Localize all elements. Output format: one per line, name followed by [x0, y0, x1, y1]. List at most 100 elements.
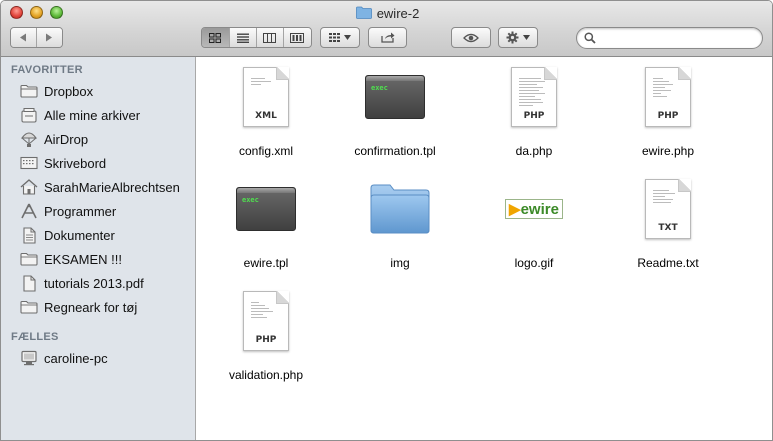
sidebar-item-label: caroline-pc — [44, 350, 108, 366]
chevron-down-icon — [344, 35, 351, 40]
columns-icon — [263, 32, 277, 43]
arrange-button[interactable] — [320, 27, 360, 48]
sidebar-item-label: EKSAMEN !!! — [44, 251, 123, 267]
sidebar-item-label: SarahMarieAlbrechtsen — [44, 179, 180, 195]
file-name: Readme.txt — [637, 256, 699, 270]
arrange-grid-icon — [329, 33, 340, 42]
forward-button[interactable] — [36, 28, 62, 47]
file-name: validation.php — [228, 368, 304, 382]
sidebar-item-documents[interactable]: Dokumenter — [1, 224, 195, 246]
file-ext-label: XML — [255, 111, 277, 121]
sidebar-item-label: Dropbox — [44, 83, 94, 99]
file-item-da-php[interactable]: PHP da.php — [469, 65, 599, 165]
php-document-icon: PHP — [636, 65, 700, 129]
file-name: da.php — [515, 144, 553, 158]
action-button[interactable] — [498, 27, 538, 48]
sidebar-item-desktop[interactable]: Skrivebord — [1, 152, 195, 174]
sidebar-item-caroline-pc[interactable]: caroline-pc — [1, 347, 195, 369]
finder-window: ewire-2 FAVORITTER Dropbox Alle mine ark… — [0, 0, 773, 441]
search-field[interactable] — [576, 27, 763, 49]
search-input[interactable] — [601, 30, 756, 46]
home-icon — [19, 178, 39, 196]
file-item-ewire-php[interactable]: PHP ewire.php — [603, 65, 733, 165]
window-title-text: ewire-2 — [376, 6, 420, 22]
share-button[interactable] — [368, 27, 407, 48]
file-ext-label: TXT — [658, 223, 678, 233]
sidebar-item-applications[interactable]: Programmer — [1, 200, 195, 222]
file-item-logo-gif[interactable]: ▶ ewire logo.gif — [469, 177, 599, 277]
sidebar-item-label: Regneark for tøj — [44, 299, 138, 315]
exec-file-icon: exec — [363, 65, 427, 129]
favorites-header: FAVORITTER — [11, 64, 83, 76]
icon-view-button[interactable] — [202, 28, 230, 47]
column-view-button[interactable] — [257, 28, 284, 47]
sidebar-item-label: Alle mine arkiver — [44, 107, 141, 123]
back-button[interactable] — [11, 28, 37, 47]
file-name: img — [390, 256, 410, 270]
eye-icon — [463, 33, 479, 42]
view-mode-control — [201, 27, 312, 48]
share-icon — [380, 32, 394, 43]
exec-file-icon: exec — [234, 177, 298, 241]
file-name: ewire.php — [641, 144, 695, 158]
file-name: ewire.tpl — [243, 256, 289, 270]
file-item-config-xml[interactable]: XML config.xml — [201, 65, 331, 165]
sidebar-item-label: Programmer — [44, 203, 117, 219]
logo-text: ewire — [520, 200, 559, 218]
exec-label: exec — [242, 196, 259, 204]
document-icon — [19, 274, 39, 292]
sidebar-item-label: tutorials 2013.pdf — [44, 275, 144, 291]
file-ext-label: PHP — [255, 335, 277, 345]
xml-document-icon: XML — [234, 65, 298, 129]
file-item-confirmation-tpl[interactable]: exec confirmation.tpl — [330, 65, 460, 165]
shared-header: FÆLLES — [11, 331, 59, 343]
documents-icon — [19, 226, 39, 244]
icon-grid-icon — [209, 32, 222, 43]
txt-document-icon: TXT — [636, 177, 700, 241]
quick-look-button[interactable] — [451, 27, 491, 48]
search-icon — [584, 32, 596, 44]
gear-icon — [506, 31, 519, 44]
folder-icon — [19, 250, 39, 268]
back-arrow-icon — [20, 33, 27, 42]
sidebar: FAVORITTER Dropbox Alle mine arkiver Air… — [1, 57, 196, 440]
pc-icon — [19, 349, 39, 367]
exec-label: exec — [371, 84, 388, 92]
sidebar-item-home[interactable]: SarahMarieAlbrechtsen — [1, 176, 195, 198]
sidebar-item-tutorials-pdf[interactable]: tutorials 2013.pdf — [1, 272, 195, 294]
toolbar: ewire-2 — [1, 1, 772, 57]
sidebar-item-airdrop[interactable]: AirDrop — [1, 128, 195, 150]
list-view-button[interactable] — [229, 28, 257, 47]
coverflow-view-button[interactable] — [283, 28, 311, 47]
folder-icon — [368, 177, 432, 241]
php-document-icon: PHP — [234, 289, 298, 353]
sidebar-item-eksamen[interactable]: EKSAMEN !!! — [1, 248, 195, 270]
chevron-down-icon — [523, 35, 530, 40]
folder-icon — [19, 298, 39, 316]
list-icon — [236, 33, 249, 43]
window-title: ewire-2 — [1, 5, 772, 22]
php-document-icon: PHP — [502, 65, 566, 129]
sidebar-item-label: Dokumenter — [44, 227, 115, 243]
ewire-logo: ▶ ewire — [505, 199, 563, 219]
file-item-validation-php[interactable]: PHP validation.php — [201, 289, 331, 389]
sidebar-item-all-files[interactable]: Alle mine arkiver — [1, 104, 195, 126]
folder-icon — [355, 6, 372, 19]
forward-arrow-icon — [46, 33, 53, 42]
all-files-icon — [19, 106, 39, 124]
image-thumbnail-icon: ▶ ewire — [502, 177, 566, 241]
file-name: logo.gif — [514, 256, 554, 270]
file-name: confirmation.tpl — [354, 144, 436, 158]
sidebar-item-label: Skrivebord — [44, 155, 107, 171]
coverflow-icon — [290, 32, 305, 43]
sidebar-item-regneark[interactable]: Regneark for tøj — [1, 296, 195, 318]
file-ext-label: PHP — [523, 111, 545, 121]
file-item-readme-txt[interactable]: TXT Readme.txt — [603, 177, 733, 277]
file-item-ewire-tpl[interactable]: exec ewire.tpl — [201, 177, 331, 277]
back-forward-control — [10, 27, 63, 48]
file-item-img-folder[interactable]: img — [335, 177, 465, 277]
file-browser: XML config.xml exec confirmation.tpl PHP… — [196, 57, 772, 440]
desktop-icon — [19, 154, 39, 172]
folder-icon — [19, 82, 39, 100]
sidebar-item-dropbox[interactable]: Dropbox — [1, 80, 195, 102]
